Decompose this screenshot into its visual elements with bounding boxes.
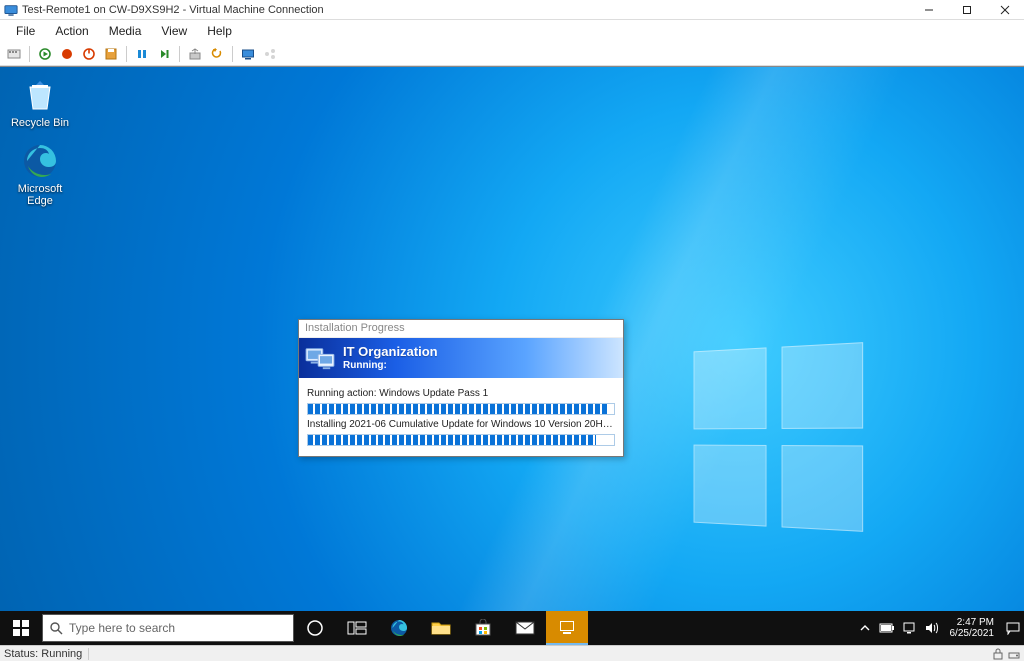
minimize-button[interactable]: [910, 0, 948, 20]
enhanced-session-button[interactable]: [238, 44, 258, 64]
desktop-icon-label: Recycle Bin: [4, 117, 76, 129]
reset-button[interactable]: [154, 44, 174, 64]
progress-bar-step: [307, 434, 615, 446]
tray-battery-icon[interactable]: [876, 611, 898, 645]
dialog-action-primary: Running action: Windows Update Pass 1: [307, 388, 615, 399]
tray-time: 2:47 PM: [950, 617, 995, 628]
start-button-vm[interactable]: [0, 611, 42, 645]
shutdown-button[interactable]: [79, 44, 99, 64]
vm-taskbar: Type here to search 2:47 PM: [0, 611, 1024, 645]
taskbar-edge[interactable]: [378, 611, 420, 645]
status-text: Status: Running: [4, 648, 89, 660]
task-sequence-progress-dialog: Installation Progress IT Organization Ru…: [298, 319, 624, 457]
taskbar-search[interactable]: Type here to search: [42, 614, 294, 642]
search-placeholder: Type here to search: [69, 621, 175, 635]
close-button[interactable]: [986, 0, 1024, 20]
host-menubar: File Action Media View Help: [0, 20, 1024, 42]
tray-volume-icon[interactable]: [920, 611, 942, 645]
tray-overflow[interactable]: [854, 611, 876, 645]
pause-button[interactable]: [132, 44, 152, 64]
status-lock-icon: [992, 648, 1004, 660]
host-toolbar: [0, 42, 1024, 66]
taskbar-explorer[interactable]: [420, 611, 462, 645]
start-button[interactable]: [35, 44, 55, 64]
host-window-titlebar: Test-Remote1 on CW-D9XS9H2 - Virtual Mac…: [0, 0, 1024, 20]
status-disk-icon: [1008, 648, 1020, 660]
host-statusbar: Status: Running: [0, 645, 1024, 661]
tray-clock[interactable]: 2:47 PM 6/25/2021: [942, 617, 1003, 639]
computer-icon: [305, 345, 335, 371]
turnoff-button[interactable]: [57, 44, 77, 64]
dialog-banner: IT Organization Running:: [299, 338, 623, 378]
tray-date: 6/25/2021: [950, 628, 995, 639]
menu-file[interactable]: File: [6, 22, 45, 40]
taskbar-cortana[interactable]: [294, 611, 336, 645]
dialog-action-secondary: Installing 2021-06 Cumulative Update for…: [307, 419, 615, 430]
desktop-icon-recycle-bin[interactable]: Recycle Bin: [4, 75, 76, 129]
menu-help[interactable]: Help: [197, 22, 242, 40]
vmconnect-icon: [4, 3, 18, 17]
search-icon: [49, 621, 63, 635]
tray-action-center[interactable]: [1002, 611, 1024, 645]
recycle-bin-icon: [20, 75, 60, 115]
checkpoint-button[interactable]: [185, 44, 205, 64]
revert-button[interactable]: [207, 44, 227, 64]
save-button[interactable]: [101, 44, 121, 64]
share-button[interactable]: [260, 44, 280, 64]
menu-media[interactable]: Media: [99, 22, 152, 40]
desktop-icon-label: Microsoft Edge: [4, 183, 76, 207]
taskbar-store[interactable]: [462, 611, 504, 645]
dialog-body: Running action: Windows Update Pass 1 In…: [299, 378, 623, 456]
menu-view[interactable]: View: [151, 22, 197, 40]
vm-desktop[interactable]: Recycle Bin Microsoft Edge Installation …: [0, 66, 1024, 645]
progress-bar-overall: [307, 403, 615, 415]
host-window-title: Test-Remote1 on CW-D9XS9H2 - Virtual Mac…: [22, 4, 910, 16]
windows-logo-wallpaper: [694, 342, 864, 532]
dialog-state: Running:: [343, 360, 438, 371]
edge-icon: [20, 141, 60, 181]
desktop-icon-edge[interactable]: Microsoft Edge: [4, 141, 76, 207]
taskbar-taskview[interactable]: [336, 611, 378, 645]
system-tray: 2:47 PM 6/25/2021: [854, 611, 1024, 645]
menu-action[interactable]: Action: [45, 22, 98, 40]
ctrl-alt-del-button[interactable]: [4, 44, 24, 64]
dialog-title: Installation Progress: [299, 320, 623, 338]
taskbar-mail[interactable]: [504, 611, 546, 645]
dialog-org-name: IT Organization: [343, 345, 438, 359]
maximize-button[interactable]: [948, 0, 986, 20]
tray-network-icon[interactable]: [898, 611, 920, 645]
taskbar-software-center[interactable]: [546, 611, 588, 645]
